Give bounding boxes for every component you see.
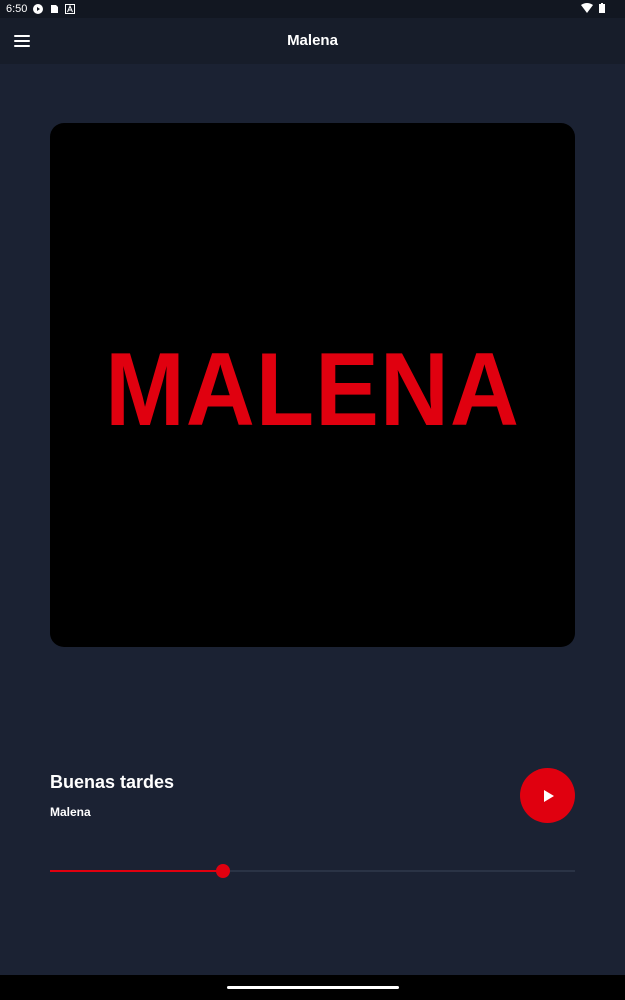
page-title: Malena (287, 32, 338, 49)
song-title: Buenas tardes (50, 772, 175, 792)
wifi-icon (581, 3, 593, 13)
font-a-icon (65, 4, 76, 14)
status-time: 6:50 (6, 3, 28, 15)
station-logo: MALENA (105, 332, 520, 448)
shield-icon (33, 4, 44, 14)
progress-fill (50, 870, 224, 872)
progress-thumb[interactable] (216, 864, 231, 878)
play-icon (543, 789, 554, 802)
sim-card-icon (51, 5, 59, 13)
progress-slider[interactable] (50, 862, 575, 880)
battery-icon (599, 3, 605, 13)
song-artist: Malena (50, 805, 91, 819)
status-bar: 6:50 (0, 0, 625, 18)
navigation-bar (0, 975, 625, 1000)
play-button[interactable] (520, 768, 575, 823)
album-cover: MALENA (50, 123, 575, 647)
app-bar: Malena (0, 18, 625, 64)
home-indicator[interactable] (227, 986, 399, 989)
